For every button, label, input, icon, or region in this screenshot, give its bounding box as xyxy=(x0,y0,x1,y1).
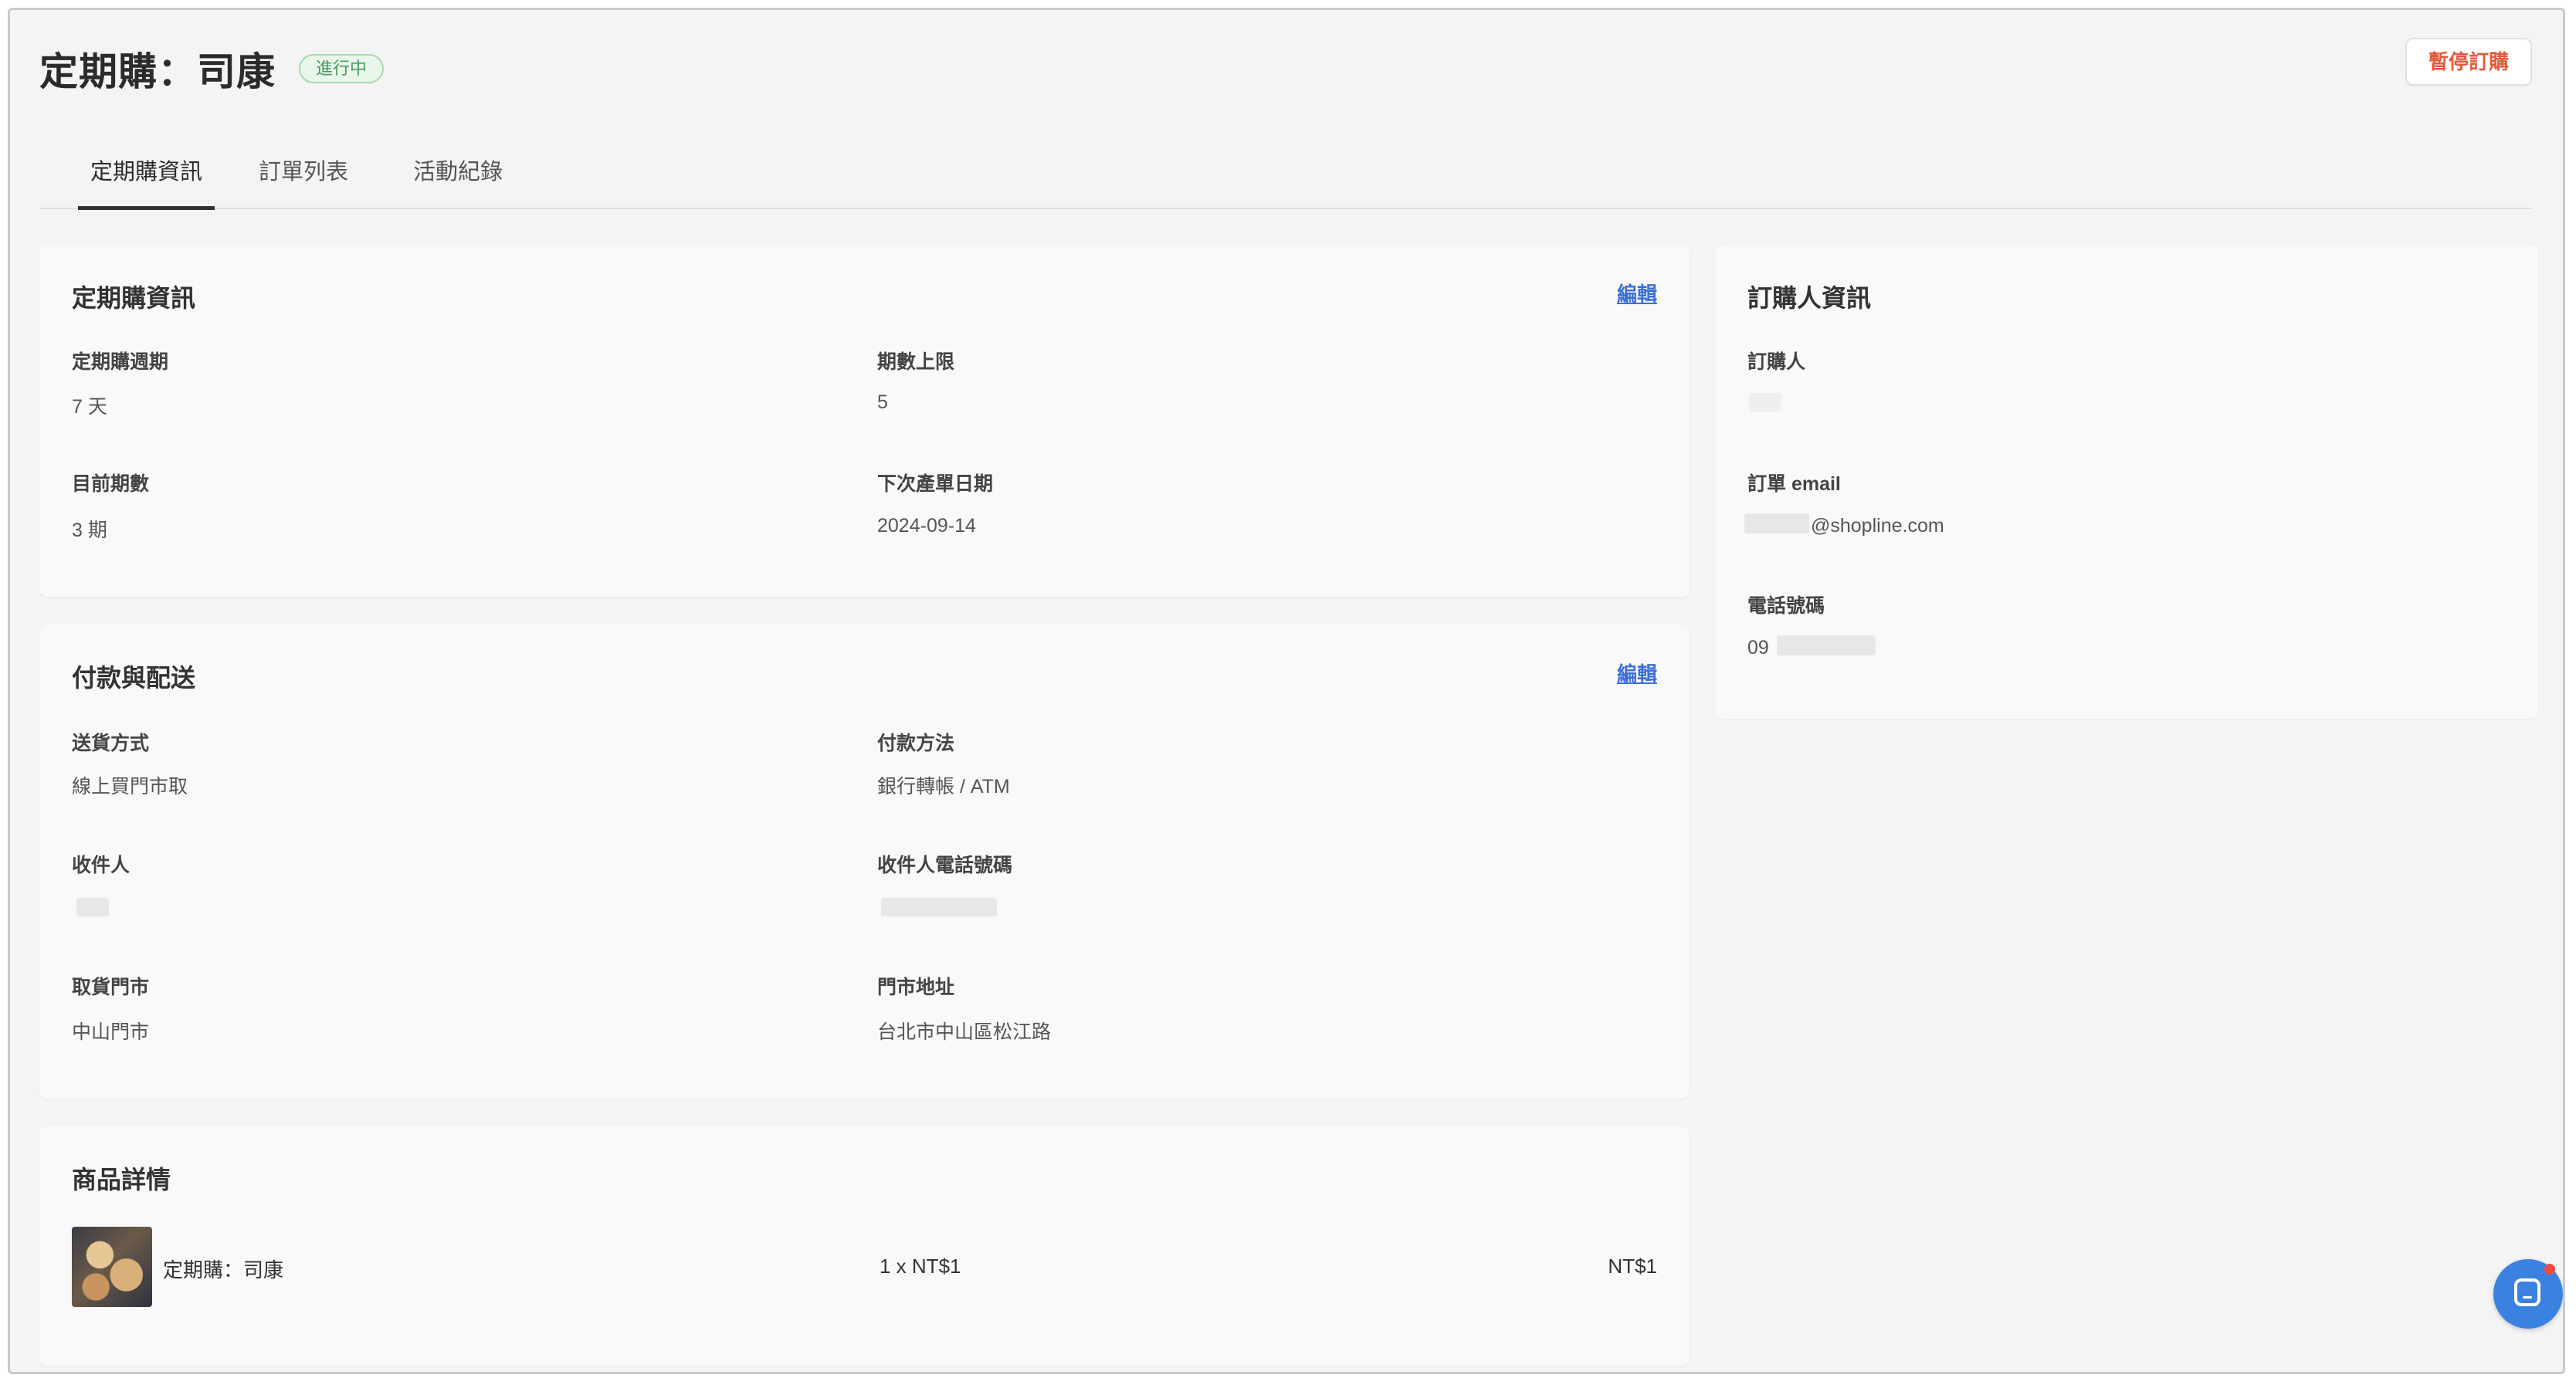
order-email-value: @shopline.com xyxy=(1811,515,1944,537)
product-name: 定期購：司康 xyxy=(163,1258,284,1282)
store-address-label: 門市地址 xyxy=(877,977,955,998)
tab-activity-log[interactable]: 活動紀錄 xyxy=(401,155,515,206)
phone-redacted-part xyxy=(1777,635,1876,655)
recipient-phone-redacted-value xyxy=(881,898,997,916)
page-title: 定期購：司康 xyxy=(39,50,276,93)
status-badge: 進行中 xyxy=(299,54,385,83)
limit-value: 5 xyxy=(877,391,888,413)
email-redacted-part xyxy=(1744,513,1809,533)
customer-info-card: 訂購人資訊 訂購人 訂單 email @shopline.com 電話號碼 09 xyxy=(1715,245,2538,719)
chat-bubble-icon xyxy=(2514,1278,2540,1306)
payment-method-value: 銀行轉帳 / ATM xyxy=(877,776,1010,797)
phone-value: 09 xyxy=(1747,637,1769,659)
card-title: 定期購資訊 xyxy=(72,284,196,312)
product-total: NT$1 xyxy=(1608,1255,1657,1278)
pickup-store-label: 取貨門市 xyxy=(72,977,150,998)
subscription-info-card: 定期購資訊 編輯 定期購週期 7 天 期數上限 5 目前期數 3 期 下次產單日… xyxy=(39,245,1690,597)
card-title: 商品詳情 xyxy=(72,1166,171,1194)
cycle-value: 7 天 xyxy=(72,396,107,418)
edit-subscription-link[interactable]: 編輯 xyxy=(1617,279,1657,307)
card-title: 訂購人資訊 xyxy=(1747,284,1872,312)
delivery-method-value: 線上買門市取 xyxy=(72,776,188,797)
next-order-date-value: 2024-09-14 xyxy=(877,515,976,537)
customer-label: 訂購人 xyxy=(1747,351,1806,373)
customer-redacted-value xyxy=(1749,393,1781,411)
tab-order-list[interactable]: 訂單列表 xyxy=(246,155,361,206)
current-period-value: 3 期 xyxy=(72,520,107,541)
payment-method-label: 付款方法 xyxy=(877,733,955,754)
recipient-label: 收件人 xyxy=(72,855,130,876)
card-title: 付款與配送 xyxy=(72,664,196,692)
product-quantity-price: 1 x NT$1 xyxy=(880,1255,961,1278)
page-header: 定期購：司康 進行中 xyxy=(39,38,385,100)
pickup-store-value: 中山門市 xyxy=(72,1021,150,1043)
phone-label: 電話號碼 xyxy=(1747,595,1825,617)
store-address-value: 台北市中山區松江路 xyxy=(877,1021,1052,1043)
product-thumbnail xyxy=(72,1227,152,1307)
delivery-method-label: 送貨方式 xyxy=(72,733,150,754)
chat-support-button[interactable] xyxy=(2493,1259,2563,1329)
cycle-label: 定期購週期 xyxy=(72,351,169,373)
current-period-label: 目前期數 xyxy=(72,473,150,495)
edit-payment-delivery-link[interactable]: 編輯 xyxy=(1617,659,1657,687)
pause-subscription-button[interactable]: 暫停訂購 xyxy=(2405,38,2532,86)
recipient-phone-label: 收件人電話號碼 xyxy=(877,855,1013,876)
tab-subscription-info[interactable]: 定期購資訊 xyxy=(78,155,215,210)
tab-bar: 定期購資訊 訂單列表 活動紀錄 xyxy=(39,141,2532,210)
app-window: 定期購：司康 進行中 暫停訂購 定期購資訊 訂單列表 活動紀錄 定期購資訊 編輯… xyxy=(8,8,2565,1374)
payment-delivery-card: 付款與配送 編輯 送貨方式 線上買門市取 付款方法 銀行轉帳 / ATM 收件人… xyxy=(39,625,1690,1099)
next-order-date-label: 下次產單日期 xyxy=(877,473,994,495)
order-email-label: 訂單 email xyxy=(1747,473,1841,495)
product-row: 定期購：司康 1 x NT$1 NT$1 xyxy=(72,1227,1657,1307)
recipient-redacted-value xyxy=(76,898,109,916)
product-details-card: 商品詳情 定期購：司康 1 x NT$1 NT$1 xyxy=(39,1126,1690,1366)
limit-label: 期數上限 xyxy=(877,351,955,373)
notification-dot xyxy=(2544,1264,2555,1275)
